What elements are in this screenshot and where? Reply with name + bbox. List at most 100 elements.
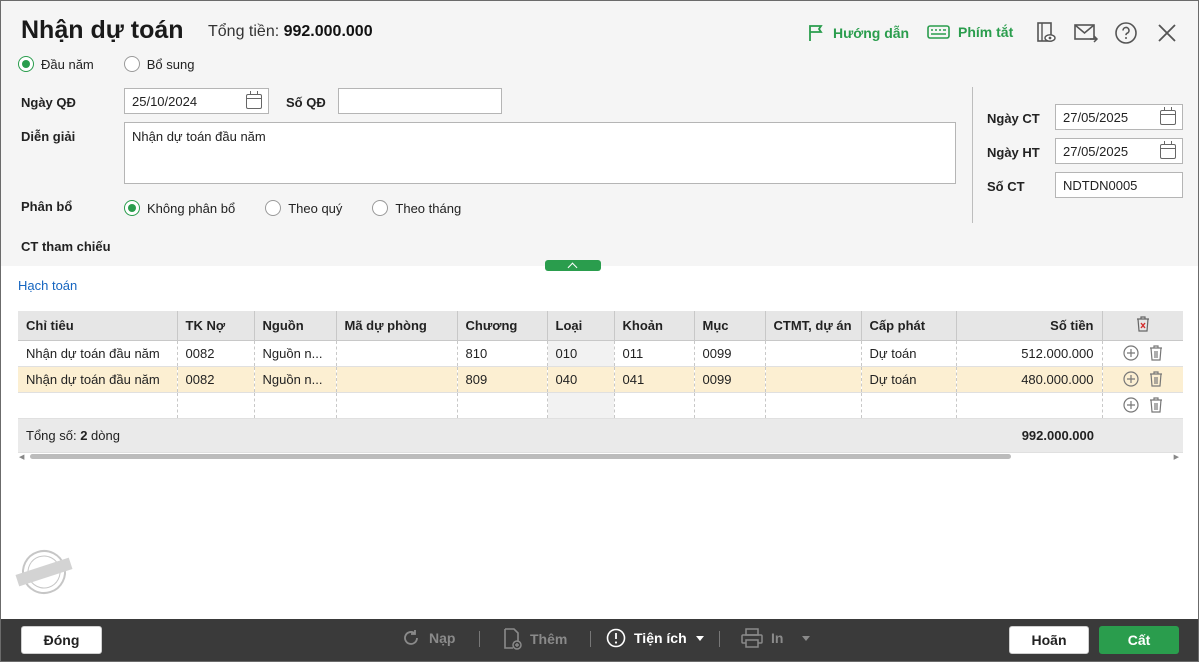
- column-header[interactable]: Chỉ tiêu: [18, 311, 178, 341]
- table-cell[interactable]: 040: [547, 366, 615, 393]
- column-header[interactable]: Số tiền: [956, 311, 1103, 341]
- calendar-icon[interactable]: [1160, 107, 1176, 125]
- calendar-icon[interactable]: [1160, 141, 1176, 159]
- horizontal-scrollbar[interactable]: ◀ ▶: [18, 452, 1183, 461]
- table-row[interactable]: Nhận dự toán đầu năm 0082 Nguồn n... 810…: [18, 340, 1183, 367]
- delete-row-icon[interactable]: [1149, 397, 1163, 413]
- table-cell[interactable]: [765, 340, 862, 367]
- so-ct-input[interactable]: NDTDN0005: [1055, 172, 1183, 198]
- table-cell[interactable]: 810: [457, 340, 548, 367]
- radio-dau-nam[interactable]: Đầu năm: [18, 56, 94, 72]
- reload-button[interactable]: Nạp: [401, 628, 455, 648]
- table-cell[interactable]: 0099: [694, 340, 766, 367]
- table-cell[interactable]: [547, 392, 615, 419]
- delete-row-icon[interactable]: [1149, 371, 1163, 387]
- table-cell[interactable]: 0082: [177, 340, 255, 367]
- radio-bo-sung[interactable]: Bổ sung: [123, 56, 194, 72]
- scroll-left-icon[interactable]: ◀: [19, 453, 24, 461]
- column-header[interactable]: CTMT, dự án: [765, 311, 862, 341]
- estimate-type-group: Đầu năm Bổ sung: [18, 56, 224, 72]
- table-cell[interactable]: [765, 392, 862, 419]
- table-cell[interactable]: [861, 392, 957, 419]
- ngay-ct-input[interactable]: 27/05/2025: [1055, 104, 1183, 130]
- delete-row-icon[interactable]: [1149, 345, 1163, 361]
- table-cell[interactable]: [457, 392, 548, 419]
- send-mail-button[interactable]: [1073, 20, 1099, 46]
- table-cell[interactable]: [765, 366, 862, 393]
- close-window-button[interactable]: [1154, 20, 1180, 46]
- radio-theo-thang[interactable]: Theo tháng: [372, 200, 461, 216]
- view-doc-button[interactable]: [1033, 20, 1059, 46]
- scroll-right-icon[interactable]: ▶: [1174, 453, 1179, 461]
- shortcut-link[interactable]: Phím tắt: [927, 24, 1013, 40]
- table-cell[interactable]: [614, 392, 695, 419]
- dien-giai-value: Nhận dự toán đầu năm: [132, 129, 266, 144]
- guide-label: Hướng dẫn: [833, 25, 910, 41]
- table-cell[interactable]: [694, 392, 766, 419]
- ngay-qd-label: Ngày QĐ: [21, 95, 76, 110]
- section-hach-toan[interactable]: Hạch toán: [18, 278, 77, 293]
- column-header[interactable]: TK Nợ: [177, 311, 255, 341]
- so-qd-input[interactable]: [338, 88, 502, 114]
- ngay-ht-input[interactable]: 27/05/2025: [1055, 138, 1183, 164]
- save-button[interactable]: Cất: [1099, 626, 1179, 654]
- ngay-qd-input[interactable]: 25/10/2024: [124, 88, 269, 114]
- help-button[interactable]: [1113, 20, 1139, 46]
- table-cell[interactable]: [18, 392, 178, 419]
- row-count-prefix: Tổng số:: [26, 427, 81, 443]
- calendar-icon[interactable]: [246, 91, 262, 109]
- table-cell[interactable]: 0082: [177, 366, 255, 393]
- table-cell[interactable]: Dự toán: [861, 340, 957, 367]
- table-cell[interactable]: 010: [547, 340, 615, 367]
- add-button[interactable]: Thêm: [502, 628, 567, 650]
- column-header[interactable]: Mã dự phòng: [336, 311, 458, 341]
- cancel-button[interactable]: Hoãn: [1009, 626, 1089, 654]
- table-cell[interactable]: 011: [614, 340, 695, 367]
- table-cell[interactable]: Nguồn n...: [254, 340, 337, 367]
- column-header[interactable]: Loại: [547, 311, 615, 341]
- guide-link[interactable]: Hướng dẫn: [807, 24, 909, 42]
- table-cell[interactable]: [177, 392, 255, 419]
- table-cell[interactable]: 0099: [694, 366, 766, 393]
- radio-khong-phan-bo[interactable]: Không phân bổ: [124, 200, 235, 216]
- scrollbar-thumb[interactable]: [30, 454, 1011, 459]
- footer-spacer: [1102, 417, 1183, 453]
- table-cell[interactable]: [336, 366, 458, 393]
- utility-menu[interactable]: Tiện ích: [606, 628, 705, 648]
- table-cell[interactable]: 041: [614, 366, 695, 393]
- column-header[interactable]: Cấp phát: [861, 311, 957, 341]
- row-actions: [1102, 392, 1183, 419]
- table-cell[interactable]: [336, 392, 458, 419]
- print-menu[interactable]: In: [741, 628, 811, 648]
- table-cell[interactable]: 809: [457, 366, 548, 393]
- table-cell[interactable]: 512.000.000: [956, 340, 1103, 367]
- shortcut-label: Phím tắt: [958, 24, 1014, 40]
- table-cell[interactable]: Nguồn n...: [254, 366, 337, 393]
- table-row[interactable]: Nhận dự toán đầu năm 0082 Nguồn n... 809…: [18, 366, 1183, 393]
- dien-giai-textarea[interactable]: Nhận dự toán đầu năm: [124, 122, 956, 184]
- divider: [972, 87, 973, 223]
- print-icon: [741, 628, 763, 648]
- table-cell[interactable]: [254, 392, 337, 419]
- table-cell[interactable]: Dự toán: [861, 366, 957, 393]
- collapse-header-button[interactable]: [545, 260, 601, 271]
- delete-all-icon[interactable]: [1136, 316, 1150, 332]
- accounting-table: Chỉ tiêu TK Nợ Nguồn Mã dự phòng Chương …: [18, 311, 1183, 453]
- table-cell[interactable]: 480.000.000: [956, 366, 1103, 393]
- column-header[interactable]: Khoản: [614, 311, 695, 341]
- table-cell[interactable]: [336, 340, 458, 367]
- table-cell[interactable]: [956, 392, 1103, 419]
- column-header[interactable]: Mục: [694, 311, 766, 341]
- radio-theo-quy[interactable]: Theo quý: [265, 200, 342, 216]
- add-row-icon[interactable]: [1123, 345, 1139, 361]
- table-row[interactable]: [18, 392, 1183, 419]
- column-header[interactable]: Chương: [457, 311, 548, 341]
- close-button[interactable]: Đóng: [21, 626, 102, 654]
- table-header-row: Chỉ tiêu TK Nợ Nguồn Mã dự phòng Chương …: [18, 311, 1183, 341]
- column-header[interactable]: Nguồn: [254, 311, 337, 341]
- add-row-icon[interactable]: [1123, 397, 1139, 413]
- table-cell[interactable]: Nhận dự toán đầu năm: [18, 366, 178, 393]
- row-actions: [1102, 340, 1183, 367]
- table-cell[interactable]: Nhận dự toán đầu năm: [18, 340, 178, 367]
- add-row-icon[interactable]: [1123, 371, 1139, 387]
